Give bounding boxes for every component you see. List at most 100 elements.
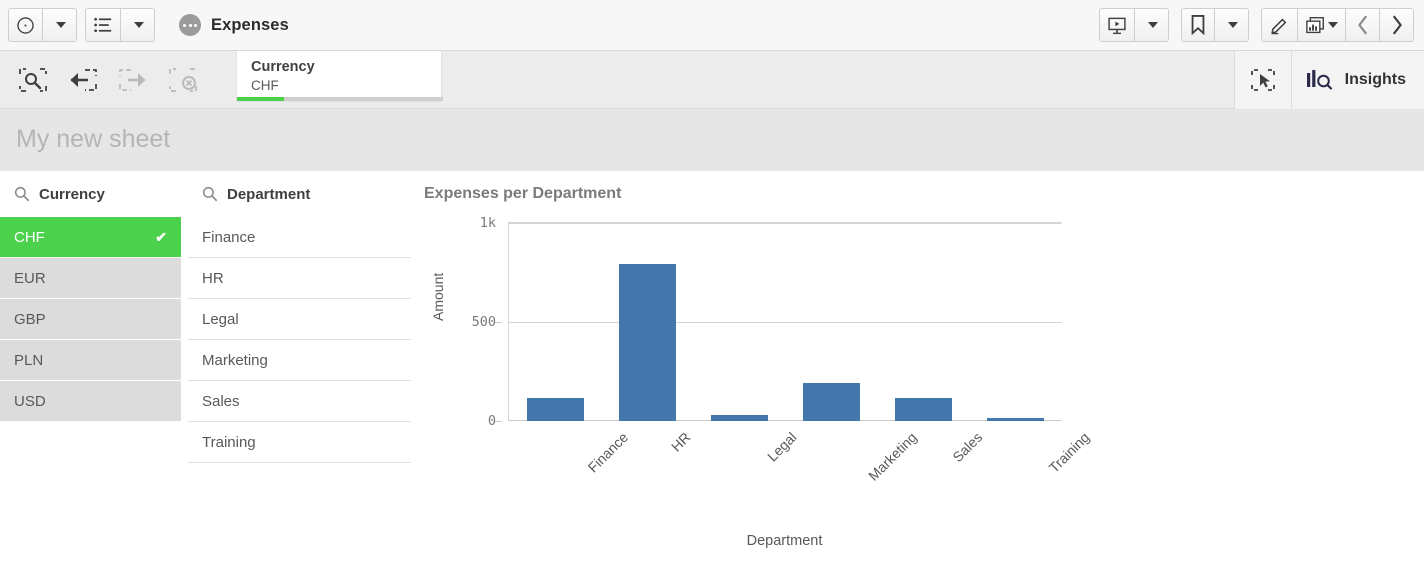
selection-bar: Currency CHF Insights	[0, 50, 1424, 109]
list-item[interactable]: EUR	[0, 258, 181, 299]
list-item[interactable]: CHF ✔	[0, 217, 181, 258]
list-item-label: CHF	[14, 228, 45, 246]
x-axis-title: Department	[746, 533, 823, 549]
step-back-button[interactable]	[58, 51, 108, 108]
filter-pane-department: Department Finance HR Legal Marketing Sales T…	[188, 171, 411, 463]
list-item[interactable]: Training	[188, 422, 411, 463]
sheet-list-dropdown[interactable]	[121, 8, 155, 42]
navigation-menu-group	[8, 8, 77, 42]
chevron-down-icon	[1328, 22, 1338, 28]
sheet-title: My new sheet	[16, 125, 171, 153]
y-axis-ticks: 0 500 1k	[424, 215, 502, 429]
chevron-down-icon	[1147, 22, 1158, 28]
sheet-content: Currency CHF ✔ EUR GBP PLN USD Department Fin…	[0, 171, 1424, 572]
bar[interactable]	[987, 418, 1045, 421]
bar-chart[interactable]: Expenses per Department Amount 0 500 1k Fi…	[424, 171, 1424, 572]
app-options-icon	[179, 14, 201, 36]
selection-chip-currency[interactable]: Currency CHF	[236, 51, 443, 102]
list-item-label: Sales	[202, 392, 240, 410]
toolbar-left-group: Expenses	[0, 8, 289, 42]
x-axis-label: HR	[668, 429, 694, 455]
lasso-select-button[interactable]	[1234, 50, 1291, 109]
sheet-list-group	[85, 8, 155, 42]
bar[interactable]	[803, 382, 861, 421]
chevron-down-icon	[133, 22, 144, 28]
x-axis-label: Finance	[584, 429, 632, 476]
redo-icon	[119, 68, 146, 91]
selection-chip-field: Currency	[251, 59, 315, 75]
x-axis-label: Marketing	[864, 429, 920, 484]
list-item[interactable]: HR	[188, 258, 411, 299]
bookmarks-button[interactable]	[1181, 8, 1215, 42]
x-axis-labels: Finance HR Legal Marketing Sales Training	[508, 423, 1093, 493]
next-sheet-button[interactable]	[1380, 8, 1414, 42]
search-icon[interactable]	[14, 186, 30, 202]
plot-area	[508, 222, 1062, 421]
app-title-area[interactable]: Expenses	[179, 14, 289, 36]
clear-all-selections-button[interactable]	[158, 51, 208, 108]
edit-sheet-button[interactable]	[1261, 8, 1298, 42]
selection-bar-right: Insights	[1233, 50, 1424, 109]
y-axis-tick-label: 500	[471, 314, 496, 330]
chart-title: Expenses per Department	[424, 185, 622, 202]
storytelling-dropdown[interactable]	[1135, 8, 1169, 42]
list-item[interactable]: GBP	[0, 299, 181, 340]
list-item-label: Training	[202, 433, 256, 451]
list-item[interactable]: PLN	[0, 340, 181, 381]
bar-series	[509, 223, 1062, 421]
insights-label: Insights	[1344, 70, 1406, 88]
y-axis-tick-label: 1k	[479, 215, 496, 231]
charts-icon	[1306, 16, 1324, 33]
bookmark-icon	[1191, 15, 1205, 35]
undo-icon	[70, 68, 97, 91]
step-forward-button[interactable]	[108, 51, 158, 108]
pencil-icon	[1271, 18, 1287, 35]
selection-search-icon	[19, 67, 47, 92]
selection-tools	[0, 51, 208, 108]
presentation-icon	[1108, 17, 1126, 34]
bookmarks-dropdown[interactable]	[1215, 8, 1249, 42]
bar[interactable]	[895, 397, 953, 421]
x-axis-label: Legal	[764, 429, 800, 465]
list-item-label: PLN	[14, 351, 44, 369]
bar[interactable]	[710, 414, 768, 421]
chevron-right-icon	[1392, 15, 1402, 35]
lasso-select-icon	[1250, 68, 1275, 91]
selection-chip-value: CHF	[251, 78, 279, 93]
previous-sheet-button[interactable]	[1346, 8, 1380, 42]
bar[interactable]	[526, 397, 584, 421]
bookmarks-group	[1181, 8, 1249, 42]
list-item[interactable]: Legal	[188, 299, 411, 340]
selections-tool-button[interactable]	[8, 51, 58, 108]
sheet-list-button[interactable]	[85, 8, 121, 42]
sheet-controls-group	[1261, 8, 1414, 42]
chevron-left-icon	[1357, 15, 1367, 35]
filter-pane-department-header: Department	[188, 171, 411, 217]
qlik-sense-app: Expenses Currency CHF Insights My new sh…	[0, 0, 1424, 572]
list-item[interactable]: USD	[0, 381, 181, 422]
chevron-down-icon	[55, 22, 66, 28]
filter-pane-currency-title: Currency	[39, 185, 105, 203]
search-icon[interactable]	[202, 186, 218, 202]
list-item-label: HR	[202, 269, 224, 287]
x-axis-label: Training	[1045, 429, 1093, 476]
insights-button[interactable]: Insights	[1291, 50, 1424, 109]
list-item-label: EUR	[14, 269, 46, 287]
list-item[interactable]: Sales	[188, 381, 411, 422]
filter-pane-department-title: Department	[227, 185, 311, 203]
bar[interactable]	[618, 264, 676, 421]
navigation-menu-dropdown[interactable]	[43, 8, 77, 42]
list-item[interactable]: Marketing	[188, 340, 411, 381]
storytelling-button[interactable]	[1099, 8, 1135, 42]
navigation-menu-button[interactable]	[8, 8, 43, 42]
y-axis-tick-mark	[495, 421, 502, 422]
list-item[interactable]: Finance	[188, 217, 411, 258]
filter-pane-currency: Currency CHF ✔ EUR GBP PLN USD	[0, 171, 181, 422]
list-item-label: Marketing	[202, 351, 268, 369]
list-item-label: Finance	[202, 228, 256, 246]
x-axis-label: Sales	[949, 429, 986, 466]
y-axis-tick-mark	[495, 322, 502, 323]
clear-selection-icon	[169, 67, 197, 92]
list-item-label: GBP	[14, 310, 46, 328]
sheets-button[interactable]	[1298, 8, 1346, 42]
